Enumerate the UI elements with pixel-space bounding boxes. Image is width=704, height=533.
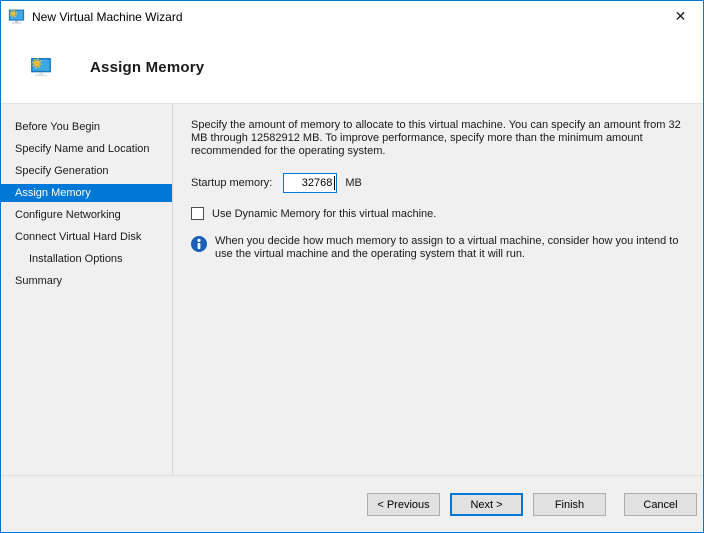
vm-monitor-icon: [8, 8, 25, 25]
startup-memory-input-wrap: [283, 173, 338, 193]
sidebar-item-configure-networking[interactable]: Configure Networking: [1, 206, 172, 224]
sidebar-item-installation-options[interactable]: Installation Options: [1, 250, 172, 268]
memory-description-text: Specify the amount of memory to allocate…: [191, 119, 681, 157]
startup-memory-row: Startup memory: MB: [191, 173, 695, 193]
page-header: Assign Memory: [1, 32, 703, 104]
page-title: Assign Memory: [90, 59, 205, 76]
close-button[interactable]: ✕: [658, 1, 703, 32]
memory-unit-label: MB: [345, 177, 362, 189]
cancel-button[interactable]: Cancel: [624, 493, 697, 516]
wizard-steps-sidebar: Before You Begin Specify Name and Locati…: [1, 104, 173, 475]
dynamic-memory-checkbox-label[interactable]: Use Dynamic Memory for this virtual mach…: [212, 208, 436, 220]
step-content: Specify the amount of memory to allocate…: [173, 104, 703, 475]
text-caret: [334, 176, 336, 190]
wizard-window: New Virtual Machine Wizard ✕ Assign Memo…: [0, 0, 704, 533]
titlebar: New Virtual Machine Wizard ✕: [1, 1, 703, 32]
previous-button[interactable]: < Previous: [367, 493, 440, 516]
startup-memory-input[interactable]: [283, 173, 338, 193]
window-title: New Virtual Machine Wizard: [32, 9, 183, 24]
sidebar-item-specify-generation[interactable]: Specify Generation: [1, 162, 172, 180]
vm-monitor-icon: [29, 56, 53, 78]
sidebar-item-assign-memory[interactable]: Assign Memory: [1, 184, 172, 202]
finish-button[interactable]: Finish: [533, 493, 606, 516]
dynamic-memory-checkbox-row[interactable]: Use Dynamic Memory for this virtual mach…: [191, 207, 695, 220]
wizard-body: Before You Begin Specify Name and Locati…: [1, 104, 703, 475]
sidebar-item-connect-virtual-hard-disk[interactable]: Connect Virtual Hard Disk: [1, 228, 172, 246]
info-note-text: When you decide how much memory to assig…: [215, 235, 679, 260]
sidebar-item-summary[interactable]: Summary: [1, 272, 172, 290]
wizard-footer: < Previous Next > Finish Cancel: [1, 475, 703, 532]
info-note-row: When you decide how much memory to assig…: [191, 235, 695, 261]
next-button[interactable]: Next >: [450, 493, 523, 516]
info-icon: [191, 236, 207, 252]
sidebar-item-before-you-begin[interactable]: Before You Begin: [1, 118, 172, 136]
dynamic-memory-checkbox[interactable]: [191, 207, 204, 220]
startup-memory-label: Startup memory:: [191, 177, 273, 189]
sidebar-item-specify-name-and-location[interactable]: Specify Name and Location: [1, 140, 172, 158]
